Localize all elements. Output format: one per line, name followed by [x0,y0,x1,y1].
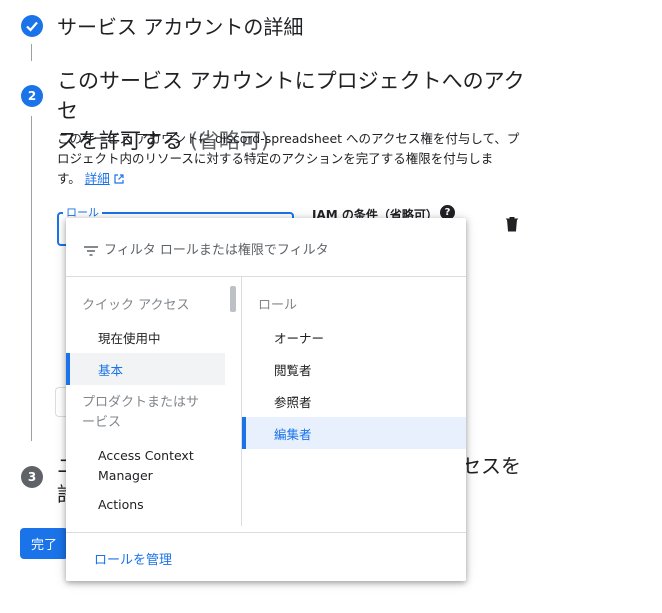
step3-title-fragment-right: セスを [461,454,521,478]
category-item-basic-selected[interactable] [66,353,225,385]
desc-line1: このサービス アカウントに discord-spreadsheet へのアクセス… [57,131,520,146]
category-item-actions[interactable]: Actions [98,497,144,512]
stepper-line-2 [31,116,32,441]
role-item-owner[interactable]: オーナー [274,328,324,347]
details-link-label: 詳細 [84,171,110,186]
done-button[interactable]: 完了 [20,528,68,559]
step2-number-badge: 2 [21,85,43,107]
step2-description: このサービス アカウントに discord-spreadsheet へのアクセス… [57,129,527,189]
desc-line2: ロジェクト内のリソースに対する特定のアクションを完了する権限を付与しま [57,151,494,166]
role-dropdown-panel: フィルタ ロールまたは権限でフィルタ クイック アクセス 現在使用中 基本 プロ… [66,218,466,581]
roles-header: ロール [258,298,298,313]
quick-access-header: クイック アクセス [82,298,190,313]
delete-icon[interactable] [505,216,519,236]
details-link[interactable]: 詳細 [85,171,110,186]
products-header: プロダクトまたはサ ービス [82,393,199,433]
role-item-editor[interactable]: 編集者 [274,424,312,443]
category-item-basic[interactable]: 基本 [98,360,123,379]
role-item-viewer[interactable]: 閲覧者 [274,360,312,379]
filter-icon [84,241,98,260]
add-role-button-edge[interactable] [55,387,66,417]
external-link-icon [114,174,124,184]
step2-number: 2 [27,89,37,103]
step1-complete-icon [21,15,43,37]
acm-line2: Manager [98,468,153,483]
step1-title[interactable]: サービス アカウントの詳細 [57,11,303,40]
role-item-browser[interactable]: 参照者 [274,392,312,411]
step2-title-line1: このサービス アカウントにプロジェクトへのアクセ [57,69,525,123]
acm-line1: Access Context [98,448,194,463]
category-item-access-context-manager[interactable]: Access Context Manager [98,446,194,486]
desc-line3: す。 [57,171,81,186]
manage-roles-link[interactable]: ロールを管理 [94,549,172,568]
stepper-line-1 [31,44,32,61]
category-item-in-use[interactable]: 現在使用中 [98,328,161,347]
step3-number-badge: 3 [21,466,43,488]
step3-number: 3 [27,470,37,484]
filter-bar[interactable]: フィルタ ロールまたは権限でフィルタ [66,218,466,277]
products-header-line1: プロダクトまたはサ [82,395,200,410]
category-scrollbar[interactable] [230,286,236,312]
panel-divider [66,532,466,533]
products-header-line2: ービス [82,415,122,430]
filter-input[interactable]: フィルタ ロールまたは権限でフィルタ [104,239,329,258]
